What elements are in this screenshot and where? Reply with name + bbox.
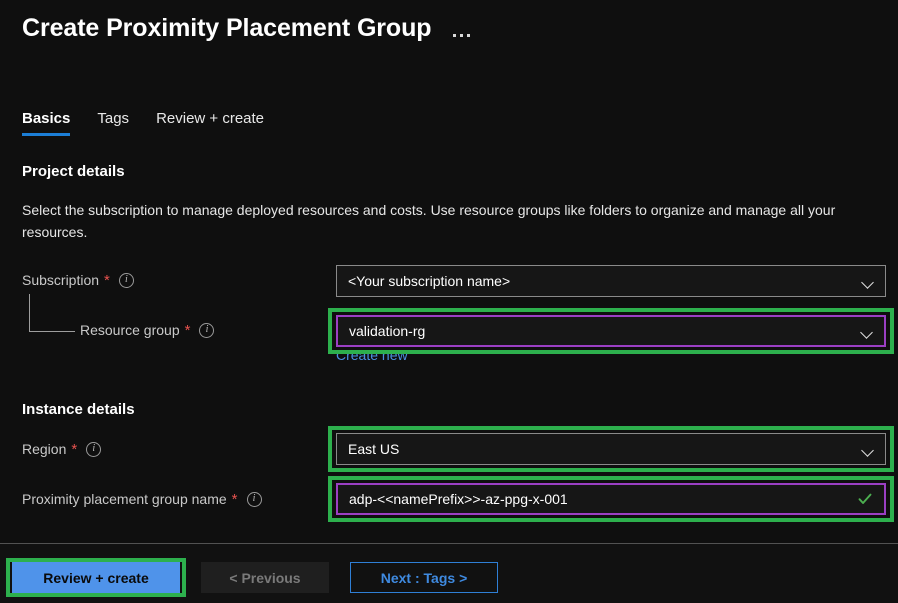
region-field[interactable]: East US — [336, 433, 886, 465]
project-details-description: Select the subscription to manage deploy… — [22, 202, 836, 240]
region-label-text: Region — [22, 441, 67, 457]
ppg-name-label-text: Proximity placement group name — [22, 491, 227, 507]
info-icon[interactable]: i — [118, 272, 134, 288]
subscription-field[interactable]: <Your subscription name> — [336, 265, 886, 297]
page-title: Create Proximity Placement Group — [22, 13, 432, 42]
info-icon[interactable]: i — [246, 491, 262, 507]
checkmark-icon — [858, 493, 872, 504]
chevron-down-icon — [863, 278, 874, 289]
info-icon[interactable]: i — [199, 322, 215, 338]
footer-divider — [0, 543, 898, 544]
project-details-heading: Project details — [22, 163, 125, 180]
resource-group-dropdown[interactable]: validation-rg — [336, 315, 886, 347]
ellipsis-dot — [460, 34, 464, 37]
resource-group-label-text: Resource group — [80, 322, 180, 338]
create-new-resource-group-link[interactable]: Create new — [336, 347, 408, 363]
ellipsis-dot — [467, 34, 471, 37]
required-asterisk: * — [231, 490, 238, 508]
ppg-name-label: Proximity placement group name * i — [22, 491, 262, 507]
region-label: Region * i — [22, 440, 102, 458]
resource-group-label: Resource group * i — [80, 321, 215, 339]
region-value: East US — [348, 441, 400, 457]
page-header: Create Proximity Placement Group — [0, 0, 898, 56]
required-asterisk: * — [184, 321, 191, 339]
ppg-name-value: adp-<<namePrefix>>-az-ppg-x-001 — [349, 491, 568, 507]
subscription-dropdown[interactable]: <Your subscription name> — [336, 265, 886, 297]
region-dropdown[interactable]: East US — [336, 433, 886, 465]
ppg-name-input[interactable]: adp-<<namePrefix>>-az-ppg-x-001 — [336, 483, 886, 515]
tree-connector-line — [29, 294, 75, 332]
ppg-name-field[interactable]: adp-<<namePrefix>>-az-ppg-x-001 — [336, 483, 886, 515]
required-asterisk: * — [71, 440, 78, 458]
tab-basics[interactable]: Basics — [22, 110, 71, 136]
ellipsis-dot — [453, 34, 457, 37]
previous-button: < Previous — [201, 562, 329, 593]
chevron-down-icon — [863, 446, 874, 457]
tab-review-create[interactable]: Review + create — [156, 110, 264, 136]
required-asterisk: * — [104, 271, 110, 289]
subscription-label-text: Subscription — [22, 272, 100, 288]
info-icon[interactable]: i — [86, 441, 102, 457]
chevron-down-icon — [862, 328, 873, 339]
instance-details-heading: Instance details — [22, 401, 135, 418]
tab-bar: Basics Tags Review + create — [22, 110, 291, 136]
ellipsis-icon[interactable] — [453, 17, 474, 39]
next-tags-button[interactable]: Next : Tags > — [350, 562, 498, 593]
tab-tags[interactable]: Tags — [97, 110, 129, 136]
subscription-label: Subscription * i — [22, 272, 134, 288]
review-create-button[interactable]: Review + create — [12, 562, 180, 593]
resource-group-field[interactable]: validation-rg — [336, 315, 886, 347]
subscription-value: <Your subscription name> — [348, 273, 511, 289]
resource-group-value: validation-rg — [349, 323, 426, 339]
